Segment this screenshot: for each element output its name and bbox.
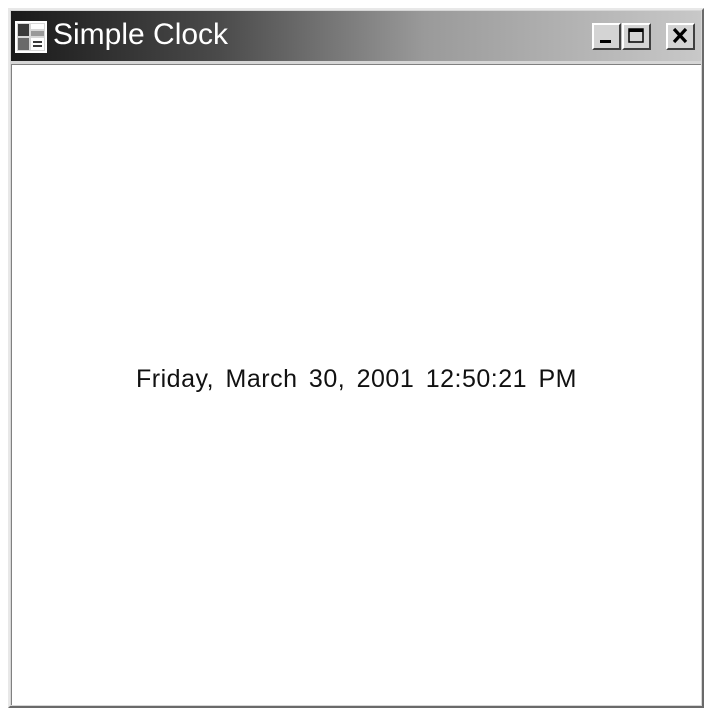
minimize-button[interactable]	[592, 23, 621, 50]
close-button[interactable]	[666, 23, 695, 50]
simple-clock-window[interactable]: Simple Clock Friday, March 30, 2001 12:5…	[8, 8, 704, 708]
title-bar[interactable]: Simple Clock	[11, 11, 701, 61]
maximize-button[interactable]	[622, 23, 651, 50]
clock-display: Friday, March 30, 2001 12:50:21 PM	[136, 365, 577, 393]
window-title: Simple Clock	[53, 18, 229, 51]
client-area: Friday, March 30, 2001 12:50:21 PM	[11, 64, 701, 705]
app-window-icon[interactable]	[15, 21, 47, 53]
